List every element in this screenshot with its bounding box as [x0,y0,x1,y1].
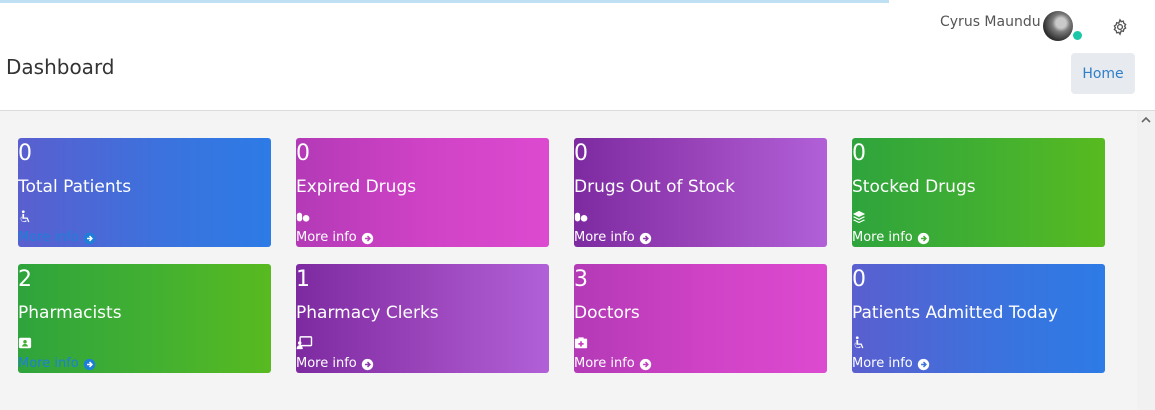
card-patients-admitted-today: 0 Patients Admitted Today More info [852,264,1105,373]
card-value: 0 [852,267,866,292]
card-value: 0 [296,141,310,166]
dashboard-content: 0 Total Patients More info 0 Expired Dru… [0,111,1137,410]
card-label: Stocked Drugs [852,177,976,197]
card-total-patients: 0 Total Patients More info [18,138,271,247]
card-doctors: 3 Doctors More info [574,264,827,373]
id-badge-icon [18,337,32,349]
card-label: Patients Admitted Today [852,303,1059,323]
pills-icon [574,212,588,222]
user-avatar[interactable] [1043,11,1073,41]
first-aid-icon [574,337,588,349]
teacher-icon [296,336,313,350]
layers-icon [852,210,866,224]
breadcrumb-home-button[interactable]: Home [1071,53,1135,94]
arrow-circle-right-icon [361,232,373,244]
user-name[interactable]: Cyrus Maundu [940,14,1041,30]
more-info-label: More info [852,230,913,245]
card-value: 0 [852,141,866,166]
card-label: Pharmacists [18,303,122,323]
arrow-circle-right-icon [639,358,651,370]
arrow-circle-right-icon [361,358,373,370]
card-drugs-out-of-stock: 0 Drugs Out of Stock More info [574,138,827,247]
more-info-link[interactable]: More info [574,356,652,372]
more-info-label: More info [296,230,357,245]
card-label: Doctors [574,303,640,323]
card-label: Expired Drugs [296,177,417,197]
page-title: Dashboard [6,55,115,79]
arrow-circle-right-icon [83,232,95,244]
online-status-indicator [1072,30,1083,41]
more-info-link[interactable]: More info [574,230,652,246]
card-label: Drugs Out of Stock [574,177,735,197]
gear-icon[interactable] [1111,18,1129,36]
chevron-up-icon[interactable] [1139,113,1153,127]
card-expired-drugs: 0 Expired Drugs More info [296,138,549,247]
pills-icon [296,212,310,222]
more-info-link[interactable]: More info [852,230,930,246]
more-info-link[interactable]: More info [296,356,374,372]
vertical-scrollbar[interactable] [1137,111,1155,410]
more-info-label: More info [296,356,357,371]
more-info-link[interactable]: More info [18,230,96,246]
card-value: 1 [296,267,310,292]
more-info-link[interactable]: More info [18,356,96,372]
card-value: 0 [574,141,588,166]
card-pharmacy-clerks: 1 Pharmacy Clerks More info [296,264,549,373]
wheelchair-icon [20,210,30,223]
more-info-label: More info [852,356,913,371]
more-info-link[interactable]: More info [296,230,374,246]
card-value: 3 [574,267,588,292]
arrow-circle-right-icon [917,358,929,370]
wheelchair-icon [854,336,864,349]
more-info-link[interactable]: More info [852,356,930,372]
card-value: 2 [18,267,32,292]
arrow-circle-right-icon [917,232,929,244]
card-value: 0 [18,141,32,166]
more-info-label: More info [574,230,635,245]
card-pharmacists: 2 Pharmacists More info [18,264,271,373]
card-stocked-drugs: 0 Stocked Drugs More info [852,138,1105,247]
card-label: Pharmacy Clerks [296,303,439,323]
more-info-label: More info [18,230,79,245]
arrow-circle-right-icon [639,232,651,244]
card-label: Total Patients [18,177,132,197]
more-info-label: More info [574,356,635,371]
more-info-label: More info [18,356,79,371]
top-header: Cyrus Maundu Dashboard Home [0,3,1155,111]
arrow-circle-right-icon [83,358,95,370]
